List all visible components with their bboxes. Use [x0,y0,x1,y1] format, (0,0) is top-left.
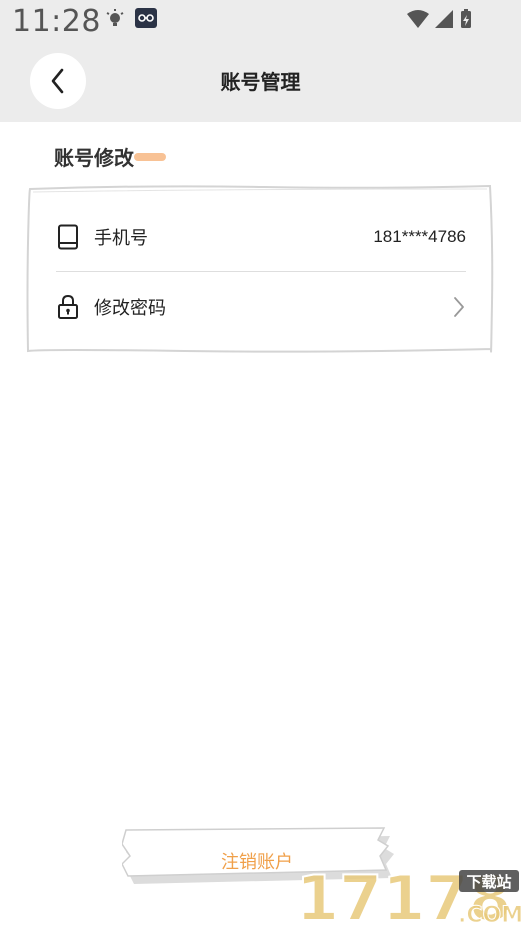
status-time: 11:28 [12,4,101,39]
lock-icon [56,293,80,321]
section-heading: 账号修改 [54,140,194,174]
section-title: 账号修改 [54,146,134,170]
watermark-tag: 下载站 [466,873,511,891]
lightbulb-icon [106,9,124,26]
phone-row: 手机号 181****4786 [56,207,466,267]
change-password-row[interactable]: 修改密码 [56,277,466,337]
app-notification-icon [135,8,157,28]
app-header: 账号管理 [0,44,521,122]
tablet-icon [56,223,80,251]
watermark-suffix: .COM [458,903,521,926]
row-divider [56,271,466,272]
wifi-icon [407,10,429,28]
chevron-right-icon [454,297,464,317]
status-bar: 11:28 [0,0,521,44]
site-watermark: 17178 下载站 .COM [296,862,521,926]
account-card: 手机号 181****4786 修改密码 [24,183,496,355]
heading-highlight [134,153,166,161]
cell-signal-icon [435,10,453,28]
phone-label: 手机号 [94,228,148,249]
page-title: 账号管理 [220,70,301,94]
change-password-label: 修改密码 [94,298,166,319]
signal-battery-icons [407,9,471,28]
phone-value: 181****4786 [373,227,466,246]
